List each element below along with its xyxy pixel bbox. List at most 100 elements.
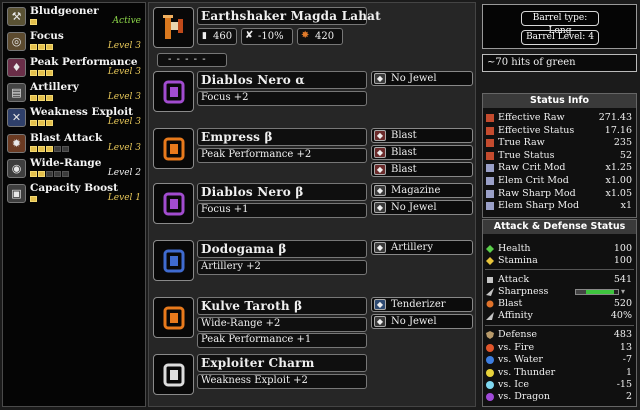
jewel-name: Blast xyxy=(391,164,417,175)
arm-icon[interactable] xyxy=(153,183,194,224)
skill-pip xyxy=(54,170,61,177)
skill-item[interactable]: ⚒ Bludgeoner Active xyxy=(4,4,144,29)
skill-name: Wide-Range xyxy=(30,156,102,169)
status-label: Raw Sharp Mod xyxy=(498,187,576,199)
armor-name-box[interactable]: Kulve Taroth β xyxy=(197,297,367,315)
resist-label: vs. Dragon xyxy=(498,391,551,403)
element-icon xyxy=(486,380,494,389)
chest-icon[interactable] xyxy=(153,128,194,169)
armor-name-box[interactable]: Dodogama β xyxy=(197,240,367,258)
barrel-info: Barrel type: Long Barrel Level: 4 xyxy=(482,4,637,49)
hammer-icon: ⚒ xyxy=(7,7,26,26)
jewel-slot[interactable]: ◆ Blast xyxy=(371,128,473,143)
skill-level: Level 3 xyxy=(107,41,141,52)
armor-name-box[interactable]: Diablos Nero β xyxy=(197,183,367,201)
jewel-slot[interactable]: ◆ No Jewel xyxy=(371,314,473,329)
weapon-icon[interactable] xyxy=(153,7,194,48)
armor-name-box[interactable]: Empress β xyxy=(197,128,367,146)
skill-item[interactable]: ✕ Weakness Exploit Level 3 xyxy=(4,105,144,130)
jewel-slot[interactable]: ◆ No Jewel xyxy=(371,71,473,86)
status-row: Raw Sharp Mod x1.05 xyxy=(483,188,636,200)
skill-item[interactable]: ♦ Peak Performance Level 3 xyxy=(4,55,144,80)
armor-name-box[interactable]: Diablos Nero α xyxy=(197,71,367,89)
skill-level-pips xyxy=(30,145,69,152)
stat-icon xyxy=(486,114,494,122)
jewel-slot[interactable]: ◆ No Jewel xyxy=(371,200,473,215)
jewel-slot[interactable]: ◆ Magazine xyxy=(371,183,473,198)
stat-icon xyxy=(486,164,494,173)
armor-skill: Focus +2 xyxy=(201,92,249,103)
weapon-name-box[interactable]: Earthshaker Magda Lahat xyxy=(197,7,381,25)
jewel-slot[interactable]: ◆ Blast xyxy=(371,145,473,160)
status-row: Raw Crit Mod x1.25 xyxy=(483,162,636,174)
charm-icon[interactable] xyxy=(153,354,194,395)
defense-row: Defense 483 xyxy=(483,329,636,341)
armor-skill-box: Weakness Exploit +2 xyxy=(197,374,367,389)
status-value: x1.25 xyxy=(605,162,632,174)
stat-icon xyxy=(486,151,494,160)
stats-panel: Barrel type: Long Barrel Level: 4 ~70 hi… xyxy=(482,2,637,407)
skill-pip xyxy=(30,94,37,101)
jewel-slot[interactable]: ◆ Blast xyxy=(371,162,473,177)
skill-pip xyxy=(30,69,37,76)
skill-item[interactable]: ◉ Wide-Range Level 2 xyxy=(4,156,144,181)
jewel-icon: ◆ xyxy=(374,185,386,196)
skill-pip xyxy=(38,145,45,152)
status-value: 271.43 xyxy=(598,112,632,123)
status-row: Effective Raw 271.43 xyxy=(483,112,636,124)
skill-item[interactable]: ✹ Blast Attack Level 3 xyxy=(4,131,144,156)
skill-name: Artillery xyxy=(30,80,79,93)
skill-name: Capacity Boost xyxy=(30,182,118,195)
skill-pip xyxy=(30,120,37,127)
jewel-icon: ◆ xyxy=(374,202,386,213)
resist-label: vs. Water xyxy=(498,354,543,366)
resist-value: -7 xyxy=(622,354,632,366)
skill-level-pips xyxy=(30,170,69,177)
skill-name: Bludgeoner xyxy=(30,5,99,17)
waist-icon[interactable] xyxy=(153,240,194,281)
jewel-name: No Jewel xyxy=(391,316,437,327)
armor-name: Diablos Nero β xyxy=(201,185,304,199)
helm-icon[interactable] xyxy=(153,71,194,112)
armor-skill: Wide-Range +2 xyxy=(201,318,281,329)
skill-level: Active xyxy=(112,16,141,26)
legs-icon[interactable] xyxy=(153,297,194,338)
skill-item[interactable]: ▤ Artillery Level 3 xyxy=(4,80,144,105)
skill-pip xyxy=(38,69,45,76)
armor-skill-box: Peak Performance +2 xyxy=(197,148,367,163)
resist-value: 13 xyxy=(619,342,632,353)
health-icon xyxy=(486,245,494,253)
blast-row: Blast 520 xyxy=(483,298,636,310)
skill-pip xyxy=(62,170,69,177)
status-info-section: Status Info Effective Raw 271.43 Effective… xyxy=(482,93,637,218)
element-icon xyxy=(486,344,494,352)
weakness-icon: ✕ xyxy=(7,108,26,128)
resist-label: vs. Fire xyxy=(498,342,535,353)
jewel-slot[interactable]: ◆ Artillery xyxy=(371,240,473,255)
stat-icon xyxy=(486,202,494,211)
skill-pip xyxy=(46,120,53,127)
jewel-icon: ◆ xyxy=(374,316,386,327)
resist-row: vs. Dragon 2 xyxy=(483,391,636,403)
armor-skill-box: Focus +2 xyxy=(197,91,367,106)
attack-defense-section: Attack & Defense Status Health 100 Stami… xyxy=(482,219,637,407)
artillery-icon: ▤ xyxy=(7,82,26,102)
status-value: 235 xyxy=(613,137,632,149)
armor-name: Kulve Taroth β xyxy=(201,299,303,313)
armor-name-box[interactable]: Exploiter Charm xyxy=(197,354,367,372)
skill-level-pips xyxy=(30,120,53,127)
sharpness-hits: ~70 hits of green xyxy=(482,54,637,72)
jewel-slot[interactable]: ◆ Tenderizer xyxy=(371,297,473,312)
barrel-type: Barrel type: Long xyxy=(521,11,599,36)
attack-defense-title: Attack & Defense Status xyxy=(483,220,636,234)
stat-icon xyxy=(486,139,494,148)
armor-skill-box: Artillery +2 xyxy=(197,260,367,275)
skill-level: Level 3 xyxy=(107,91,141,102)
barrel-level: Barrel Level: 4 xyxy=(521,30,599,45)
armor-skill: Artillery +2 xyxy=(201,261,261,272)
skill-item[interactable]: ▣ Capacity Boost Level 1 xyxy=(4,181,144,206)
blast-icon: ✹ xyxy=(7,133,26,153)
skill-level-pips xyxy=(30,19,37,25)
stamina-icon xyxy=(486,257,494,265)
skill-item[interactable]: ◎ Focus Level 3 xyxy=(4,29,144,54)
